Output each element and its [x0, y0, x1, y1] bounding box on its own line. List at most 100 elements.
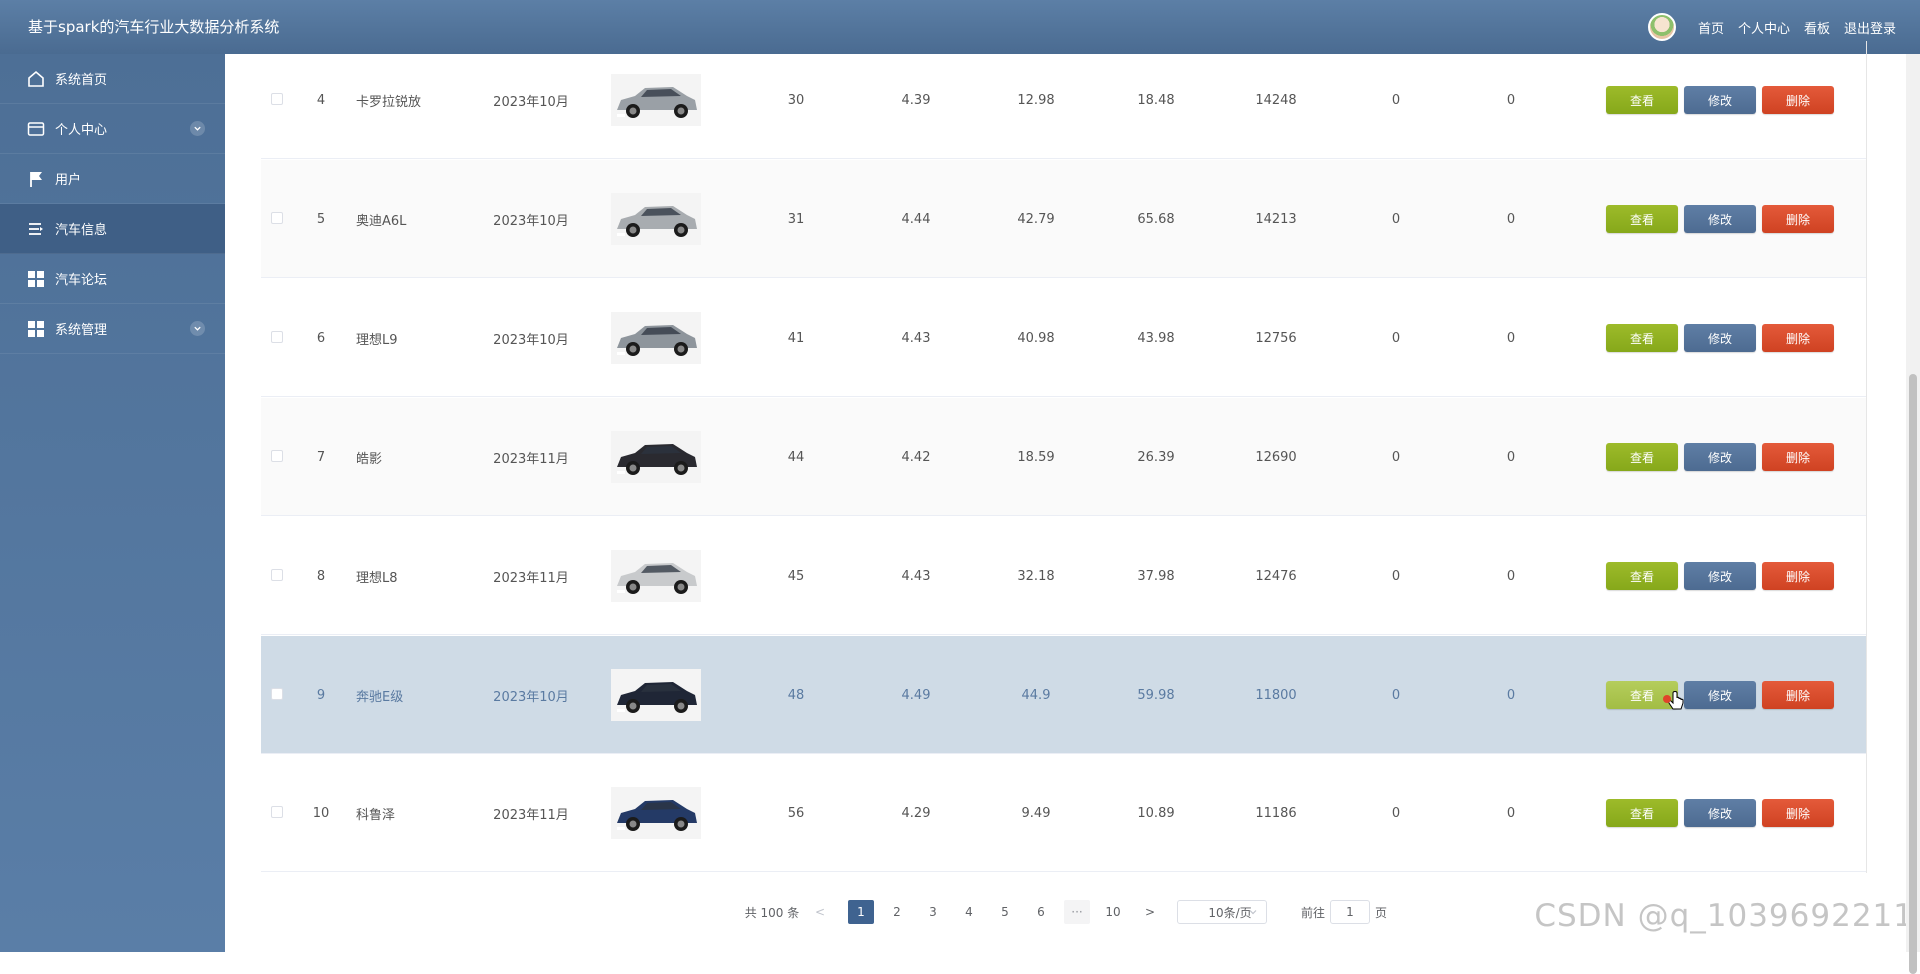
- page-5[interactable]: 5: [992, 900, 1018, 924]
- row-checkbox[interactable]: [271, 212, 283, 224]
- view-button[interactable]: 查看: [1606, 205, 1678, 233]
- row-checkbox[interactable]: [271, 450, 283, 462]
- page-4[interactable]: 4: [956, 900, 982, 924]
- sidebar-item-users[interactable]: 用户: [0, 154, 225, 204]
- car-image: [611, 312, 701, 364]
- row-index: 9: [316, 687, 326, 703]
- edit-button[interactable]: 修改: [1684, 205, 1756, 233]
- flag-icon: [26, 169, 46, 189]
- edit-button[interactable]: 修改: [1684, 324, 1756, 352]
- nav-profile-link[interactable]: 个人中心: [1738, 18, 1790, 37]
- cell-c: 9.49: [1021, 805, 1051, 821]
- cell-d: 65.68: [1137, 211, 1175, 227]
- cell-g: 0: [1506, 568, 1516, 584]
- sidebar-item-label: 用户: [55, 173, 82, 188]
- view-button[interactable]: 查看: [1606, 562, 1678, 590]
- avatar[interactable]: [1647, 13, 1676, 41]
- cell-c: 40.98: [1017, 330, 1055, 346]
- cell-d: 18.48: [1137, 92, 1175, 108]
- edit-button[interactable]: 修改: [1684, 443, 1756, 471]
- sidebar-item-home[interactable]: 系统首页: [0, 54, 225, 104]
- sidebar-item-label: 汽车论坛: [55, 273, 108, 288]
- delete-button[interactable]: 删除: [1762, 205, 1834, 233]
- car-date: 2023年10月: [493, 332, 569, 348]
- scrollbar-thumb[interactable]: [1909, 374, 1917, 974]
- delete-button[interactable]: 删除: [1762, 324, 1834, 352]
- car-image-cell: [596, 398, 716, 516]
- app-title: 基于spark的汽车行业大数据分析系统: [28, 18, 280, 36]
- cell-b: 4.43: [901, 330, 931, 346]
- row-index: 8: [316, 568, 326, 584]
- cell-f: 0: [1391, 92, 1401, 108]
- row-index: 4: [316, 92, 326, 108]
- car-table: 4 卡罗拉锐放 2023年10月 30 4.39 12.98 18.48 14248 0 0 查看修…: [261, 41, 1867, 873]
- table-row[interactable]: 6 理想L9 2023年10月 41 4.43 40.98 43.98 12756 0 0 查看 修改…: [261, 279, 1866, 397]
- edit-button[interactable]: 修改: [1684, 681, 1756, 709]
- next-page-button[interactable]: >: [1140, 900, 1160, 924]
- car-name: 理想L9: [356, 332, 398, 348]
- row-actions: 查看 修改 删除: [1606, 517, 1846, 635]
- table-row[interactable]: 9 奔驰E级 2023年10月 48 4.49 44.9 59.98 11800 0 0 查看 修改删…: [261, 636, 1866, 754]
- delete-button[interactable]: 删除: [1762, 799, 1834, 827]
- table-row[interactable]: 7 皓影 2023年11月 44 4.42 18.59 26.39 12690 0 0 查看 修改 删除: [261, 398, 1866, 516]
- row-checkbox[interactable]: [271, 331, 283, 343]
- hand-cursor-icon: [1668, 691, 1684, 710]
- view-button[interactable]: 查看: [1606, 86, 1678, 114]
- view-button[interactable]: 查看: [1606, 799, 1678, 827]
- nav-logout-link[interactable]: 退出登录: [1844, 18, 1896, 37]
- car-image-cell: [596, 754, 716, 872]
- cell-d: 43.98: [1137, 330, 1175, 346]
- delete-button[interactable]: 删除: [1762, 86, 1834, 114]
- sidebar-item-forum[interactable]: 汽车论坛: [0, 254, 225, 304]
- sidebar-item-profile[interactable]: 个人中心: [0, 104, 225, 154]
- cell-a: 41: [787, 330, 805, 346]
- delete-button[interactable]: 删除: [1762, 443, 1834, 471]
- view-button[interactable]: 查看: [1606, 443, 1678, 471]
- nav-home-link[interactable]: 首页: [1698, 18, 1724, 37]
- car-image: [611, 431, 701, 483]
- prev-page-button[interactable]: <: [810, 900, 830, 924]
- page-1[interactable]: 1: [848, 900, 874, 924]
- nav-dashboard-link[interactable]: 看板: [1804, 18, 1830, 37]
- car-image-cell: [596, 517, 716, 635]
- cell-d: 37.98: [1137, 568, 1175, 584]
- cell-e: 12756: [1255, 330, 1297, 346]
- cell-e: 11800: [1255, 687, 1297, 703]
- page-scrollbar[interactable]: [1906, 54, 1920, 974]
- goto-page-input[interactable]: 1: [1330, 900, 1370, 924]
- car-date: 2023年10月: [493, 94, 569, 110]
- car-date: 2023年11月: [493, 807, 569, 823]
- page-10[interactable]: 10: [1100, 900, 1126, 924]
- row-index: 7: [316, 449, 326, 465]
- cell-g: 0: [1506, 805, 1516, 821]
- edit-button[interactable]: 修改: [1684, 86, 1756, 114]
- page-size-select[interactable]: 10条/页: [1177, 900, 1267, 924]
- page-6[interactable]: 6: [1028, 900, 1054, 924]
- table-row[interactable]: 10 科鲁泽 2023年11月 56 4.29 9.49 10.89 11186 0 0 查看 修改删…: [261, 754, 1866, 872]
- cell-c: 12.98: [1017, 92, 1055, 108]
- table-row[interactable]: 8 理想L8 2023年11月 45 4.43 32.18 37.98 12476 0 0 查看 修改…: [261, 517, 1866, 635]
- cell-e: 11186: [1255, 805, 1297, 821]
- more-pages-button[interactable]: ···: [1064, 900, 1090, 924]
- cell-g: 0: [1506, 687, 1516, 703]
- edit-button[interactable]: 修改: [1684, 562, 1756, 590]
- cell-e: 14248: [1255, 92, 1297, 108]
- view-button[interactable]: 查看: [1606, 324, 1678, 352]
- row-checkbox[interactable]: [271, 688, 283, 700]
- sidebar-item-system[interactable]: 系统管理: [0, 304, 225, 354]
- sidebar-item-car-info[interactable]: 汽车信息: [0, 204, 225, 254]
- goto-label: 前往: [1300, 905, 1325, 920]
- edit-button[interactable]: 修改: [1684, 799, 1756, 827]
- row-checkbox[interactable]: [271, 93, 283, 105]
- car-name: 科鲁泽: [356, 807, 396, 823]
- table-row[interactable]: 5 奥迪A6L 2023年10月 31 4.44 42.79 65.68 14213 0 0 查看修…: [261, 160, 1866, 278]
- cell-f: 0: [1391, 449, 1401, 465]
- page-3[interactable]: 3: [920, 900, 946, 924]
- row-checkbox[interactable]: [271, 806, 283, 818]
- delete-button[interactable]: 删除: [1762, 681, 1834, 709]
- page-2[interactable]: 2: [884, 900, 910, 924]
- row-checkbox[interactable]: [271, 569, 283, 581]
- table-row[interactable]: 4 卡罗拉锐放 2023年10月 30 4.39 12.98 18.48 14248 0 0 查看修…: [261, 41, 1866, 159]
- delete-button[interactable]: 删除: [1762, 562, 1834, 590]
- cell-b: 4.44: [901, 211, 931, 227]
